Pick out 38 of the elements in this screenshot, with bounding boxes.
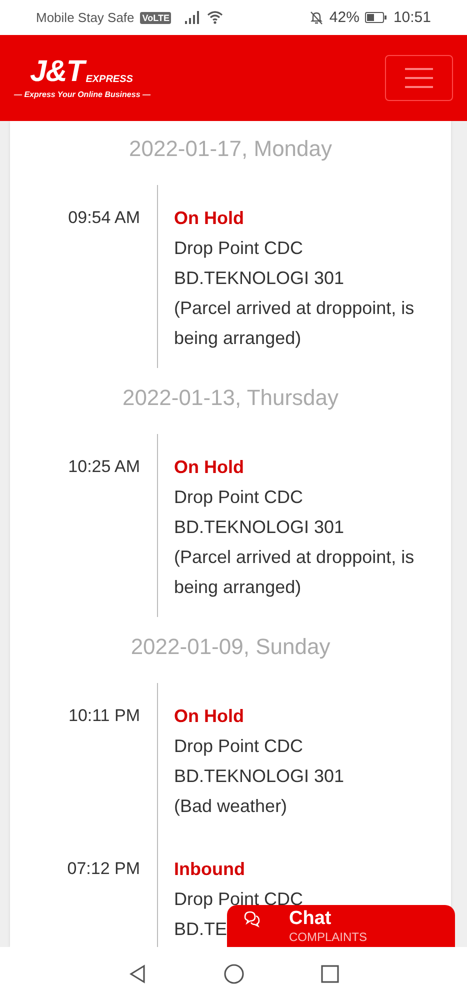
network-badge: VoLTE bbox=[140, 12, 172, 24]
date-heading: 2022-01-17, Monday bbox=[128, 135, 334, 163]
event-detail: BD.TE bbox=[174, 919, 228, 939]
event-time: 07:12 PM bbox=[67, 859, 140, 878]
logo-mark: J&T bbox=[30, 57, 84, 87]
event-time: 10:11 PM bbox=[68, 706, 140, 725]
signal-icon bbox=[185, 11, 202, 24]
event-time: 09:54 AM bbox=[68, 208, 140, 227]
back-icon[interactable] bbox=[128, 964, 148, 984]
event-status: Inbound bbox=[174, 859, 245, 879]
battery-percent: 42% bbox=[329, 9, 360, 26]
bell-off-icon bbox=[310, 10, 324, 24]
logo-tagline: — Express Your Online Business — bbox=[14, 90, 150, 99]
home-icon[interactable] bbox=[222, 962, 244, 984]
wifi-icon bbox=[207, 11, 224, 24]
event-detail: BD.TEKNOLOGI 301 bbox=[174, 517, 344, 537]
recents-icon[interactable] bbox=[320, 964, 340, 984]
chat-button[interactable]: Chat COMPLAINTS bbox=[227, 905, 455, 947]
event-detail: (Parcel arrived at droppoint, is being arranged) bbox=[174, 298, 414, 348]
chat-icon bbox=[243, 910, 261, 928]
logo-text: EXPRESS bbox=[86, 74, 133, 85]
event-status: On Hold bbox=[174, 208, 244, 228]
date-heading: 2022-01-13, Thursday bbox=[121, 384, 340, 412]
clock-time: 10:51 bbox=[393, 9, 431, 26]
battery-icon bbox=[365, 12, 388, 23]
complaints-label: COMPLAINTS bbox=[289, 930, 368, 944]
event-status: On Hold bbox=[174, 457, 244, 477]
event-detail: Drop Point CDC bbox=[174, 238, 304, 258]
event-detail: BD.TEKNOLOGI 301 bbox=[174, 268, 344, 288]
carrier-name: Mobile Stay Safe bbox=[36, 10, 134, 25]
event-detail: Drop Point CDC bbox=[174, 736, 304, 756]
event-status: On Hold bbox=[174, 706, 244, 726]
event-time: 10:25 AM bbox=[68, 457, 140, 476]
event-detail: (Parcel arrived at droppoint, is being arranged) bbox=[174, 547, 414, 597]
event-detail: BD.TEKNOLOGI 301 bbox=[174, 766, 344, 786]
date-heading: 2022-01-09, Sunday bbox=[130, 633, 332, 661]
event-detail: Drop Point CDC bbox=[174, 487, 304, 507]
event-detail: (Bad weather) bbox=[174, 796, 288, 816]
